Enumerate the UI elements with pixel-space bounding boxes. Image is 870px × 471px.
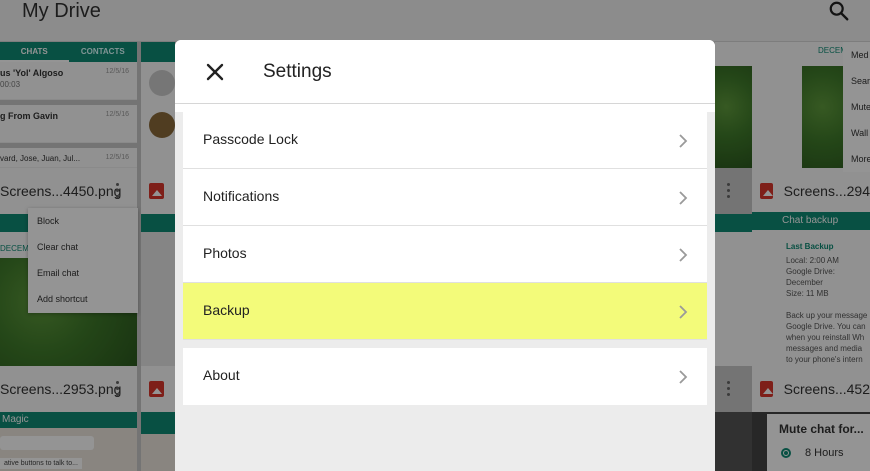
settings-item-backup[interactable]: Backup <box>183 283 707 340</box>
settings-item-about[interactable]: About <box>183 348 707 405</box>
settings-item-label: Notifications <box>203 188 280 204</box>
settings-item-notifications[interactable]: Notifications <box>183 169 707 226</box>
settings-list: Passcode Lock Notifications Photos Backu… <box>183 112 707 405</box>
chevron-right-icon <box>679 134 688 148</box>
settings-item-label: Passcode Lock <box>203 131 298 147</box>
settings-item-photos[interactable]: Photos <box>183 226 707 283</box>
settings-item-passcode-lock[interactable]: Passcode Lock <box>183 112 707 169</box>
chevron-right-icon <box>679 305 688 319</box>
dialog-header: Settings <box>175 40 715 104</box>
dialog-title: Settings <box>263 61 332 82</box>
settings-item-label: About <box>203 367 240 383</box>
header-divider <box>175 104 715 112</box>
chevron-right-icon <box>679 370 688 384</box>
chevron-right-icon <box>679 191 688 205</box>
settings-item-label: Backup <box>203 302 250 318</box>
section-gap <box>183 340 707 348</box>
settings-dialog: Settings Passcode Lock Notifications Pho… <box>175 40 715 471</box>
settings-item-label: Photos <box>203 245 247 261</box>
close-icon[interactable] <box>205 62 225 82</box>
chevron-right-icon <box>679 248 688 262</box>
